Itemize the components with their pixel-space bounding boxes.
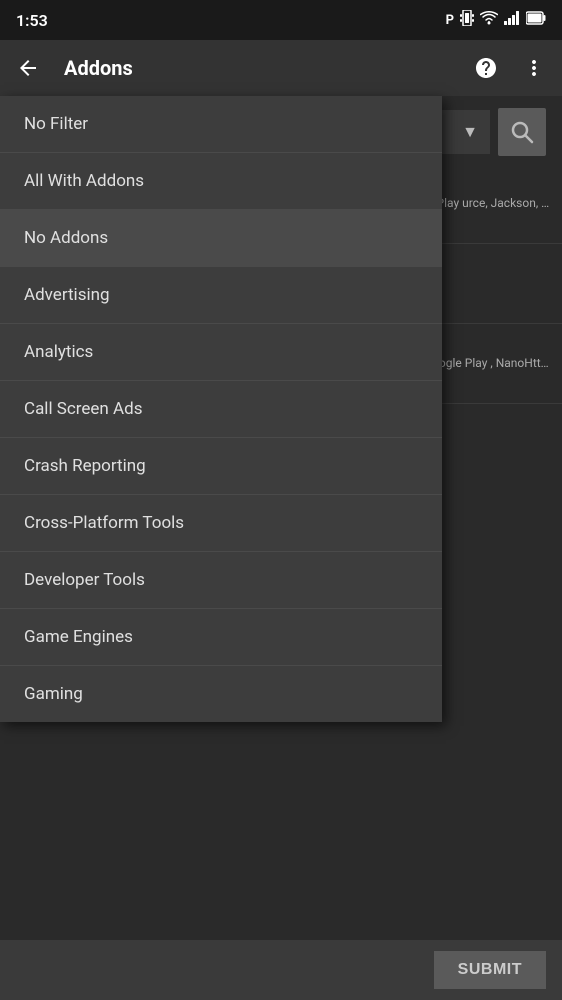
status-bar: 1:53 P — [0, 0, 562, 40]
bottom-bar: SUBMIT — [0, 940, 562, 1000]
dropdown-item-all-with-addons[interactable]: All With Addons — [0, 153, 442, 210]
p-icon: P — [446, 13, 454, 28]
chevron-down-icon: ▼ — [462, 122, 478, 142]
content-area: Filter: ▼ — [0, 96, 562, 1000]
dropdown-item-no-addons[interactable]: No Addons — [0, 210, 442, 267]
status-icons: P — [446, 10, 546, 30]
filter-dropdown-menu: No Filter All With Addons No Addons Adve… — [0, 96, 442, 722]
submit-button[interactable]: SUBMIT — [434, 951, 546, 989]
search-button[interactable] — [498, 108, 546, 156]
dropdown-item-advertising[interactable]: Advertising — [0, 267, 442, 324]
dropdown-item-analytics[interactable]: Analytics — [0, 324, 442, 381]
wifi-icon — [480, 11, 498, 29]
dropdown-item-no-filter[interactable]: No Filter — [0, 96, 442, 153]
dropdown-item-cross-platform-tools[interactable]: Cross-Platform Tools — [0, 495, 442, 552]
page-title: Addons — [64, 56, 458, 80]
toolbar: Addons — [0, 40, 562, 96]
battery-icon — [526, 11, 546, 29]
help-button[interactable] — [466, 48, 506, 88]
dropdown-item-crash-reporting[interactable]: Crash Reporting — [0, 438, 442, 495]
dropdown-item-developer-tools[interactable]: Developer Tools — [0, 552, 442, 609]
overflow-menu-button[interactable] — [514, 48, 554, 88]
status-time: 1:53 — [16, 11, 48, 30]
dropdown-item-game-engines[interactable]: Game Engines — [0, 609, 442, 666]
vibrate-icon — [460, 10, 474, 30]
back-button[interactable] — [8, 48, 48, 88]
dropdown-item-call-screen-ads[interactable]: Call Screen Ads — [0, 381, 442, 438]
dropdown-item-gaming[interactable]: Gaming — [0, 666, 442, 722]
signal-icon — [504, 11, 520, 29]
